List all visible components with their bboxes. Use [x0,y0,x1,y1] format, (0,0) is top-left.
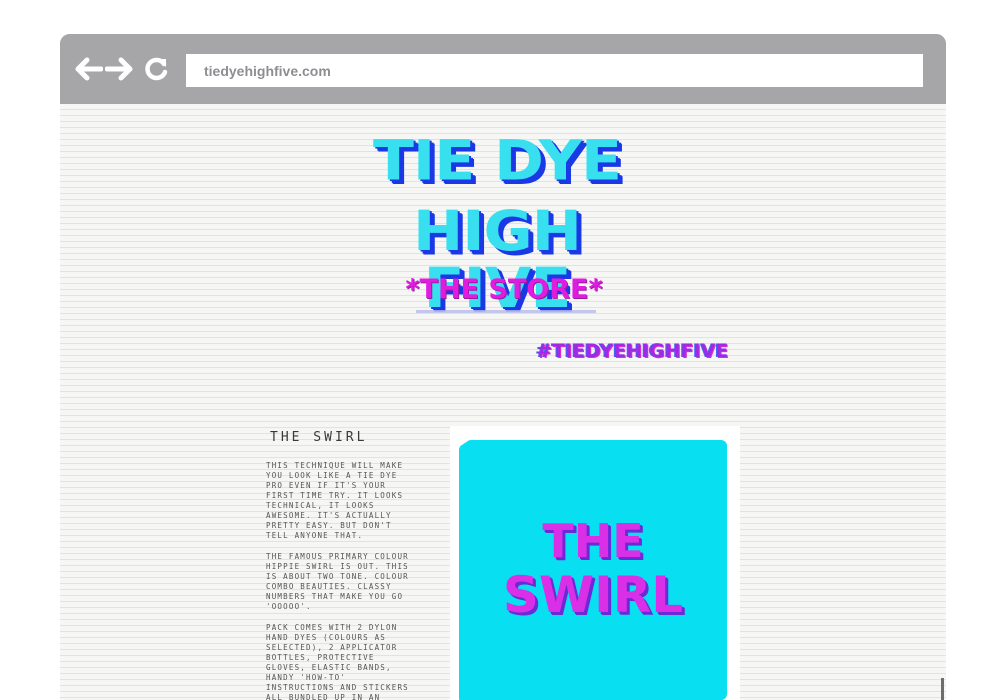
reload-icon [145,57,168,81]
store-underline [416,310,596,313]
arrow-left-icon [75,57,103,81]
hashtag-link[interactable]: #TIEDYEHIGHFIVE [536,340,728,362]
scrollbar-thumb[interactable] [941,678,944,700]
product-image-line-2: SWIRL [502,566,684,624]
browser-window: tiedyehighfive.com TIE DYE HIGH FIVE *TH… [60,34,946,700]
product-title: THE SWIRL [270,430,368,445]
description-paragraph-3: Pack comes with 2 Dylon hand dyes (colou… [266,623,409,700]
product-description: THE SWIRL This technique will make you l… [266,430,416,700]
description-paragraph-1: This technique will make you look like a… [266,461,404,540]
forward-button[interactable] [104,54,134,84]
address-bar[interactable]: tiedyehighfive.com [186,54,923,87]
reload-button[interactable] [142,54,172,84]
product-image-line-1: THE [542,514,644,568]
product-image[interactable]: THE SWIRL [450,426,740,700]
logo-line-1: TIE DYE [373,128,622,194]
description-paragraph-2: The famous primary colour hippie swirl i… [266,552,409,611]
browser-toolbar: tiedyehighfive.com [60,34,946,104]
arrow-right-icon [105,57,133,81]
url-text: tiedyehighfive.com [204,62,331,79]
store-label: *THE STORE* [405,274,603,305]
page-viewport: TIE DYE HIGH FIVE *THE STORE* #TIEDYEHIG… [60,104,946,700]
product-swatch: THE SWIRL [462,442,724,700]
back-button[interactable] [74,54,104,84]
